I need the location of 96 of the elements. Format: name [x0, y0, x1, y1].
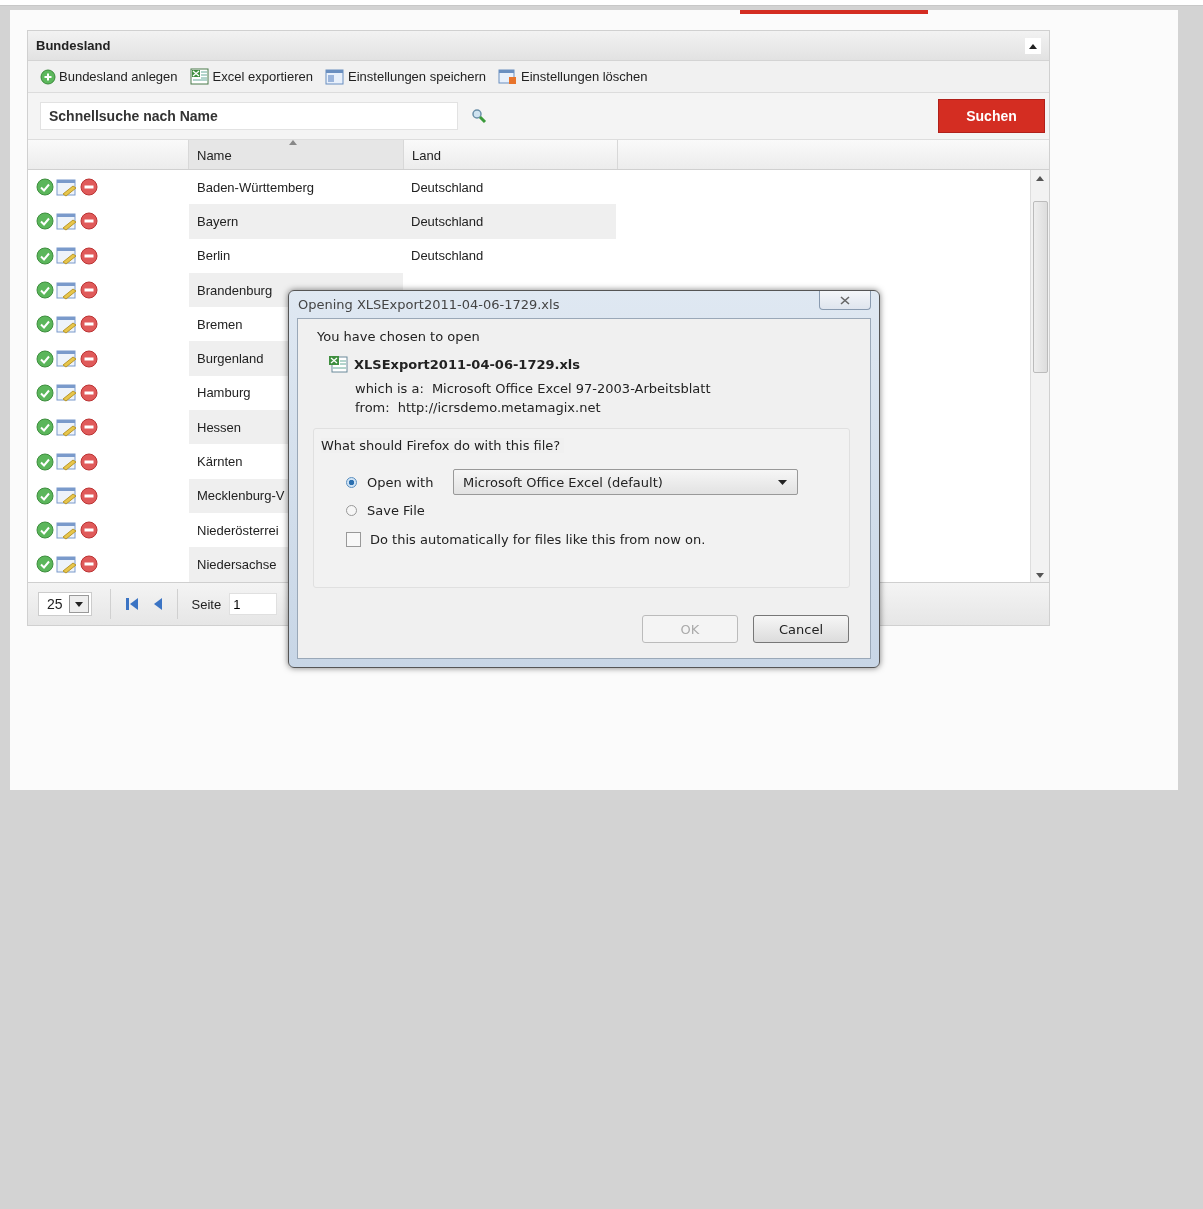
table-cell: Burgenland — [197, 351, 264, 367]
table-cell: Deutschland — [411, 248, 484, 264]
window-delete-icon — [498, 68, 519, 85]
table-cell: Niederösterrei — [197, 522, 279, 538]
source-url: http://icrsdemo.metamagix.net — [397, 400, 601, 415]
dialog-title: Opening XLSExport2011-04-06-1729.xls — [298, 297, 560, 312]
check-icon[interactable] — [36, 349, 54, 368]
radio-label[interactable]: Save File — [367, 502, 443, 518]
minus-icon[interactable] — [80, 246, 98, 265]
window-pencil-icon[interactable] — [56, 486, 78, 506]
scrollbar[interactable] — [1030, 170, 1049, 582]
check-icon[interactable] — [36, 521, 54, 540]
minus-icon[interactable] — [80, 212, 98, 231]
window-pencil-icon[interactable] — [56, 520, 78, 540]
window-pencil-icon[interactable] — [56, 349, 78, 369]
window-pencil-icon[interactable] — [56, 280, 78, 300]
checkbox[interactable] — [346, 532, 361, 547]
radio-label[interactable]: Open with — [367, 474, 443, 490]
radio-button[interactable] — [346, 476, 357, 488]
window-icon — [325, 68, 345, 85]
checkbox-label[interactable]: Do this automatically for files like this from now on. — [370, 532, 706, 547]
toolbar-button[interactable]: Bundesland anlegen — [40, 68, 178, 85]
intro-text: You have chosen to open — [317, 329, 481, 344]
window-pencil-icon[interactable] — [56, 554, 78, 574]
page-size-select[interactable]: 25 — [38, 592, 92, 616]
table-cell: Bremen — [197, 316, 243, 332]
check-icon[interactable] — [36, 246, 54, 265]
minus-icon[interactable] — [80, 315, 98, 334]
plus-icon — [40, 68, 56, 85]
close-button[interactable] — [819, 291, 871, 310]
toolbar-button[interactable]: Einstellungen löschen — [498, 68, 648, 85]
check-icon[interactable] — [36, 281, 54, 300]
previous-page-button[interactable] — [152, 597, 163, 611]
spreadsheet-icon — [328, 355, 348, 373]
window-pencil-icon[interactable] — [56, 177, 78, 197]
column-header[interactable]: Land — [404, 140, 618, 169]
caret-down-icon — [74, 601, 83, 607]
scroll-up-icon[interactable] — [1036, 176, 1044, 181]
search-icon[interactable] — [470, 108, 488, 124]
caret-up-icon — [1028, 42, 1038, 49]
scroll-down-icon[interactable] — [1036, 573, 1044, 578]
column-header[interactable]: Name — [189, 140, 404, 169]
table-cell: Deutschland — [411, 179, 484, 195]
check-icon[interactable] — [36, 486, 54, 505]
window-pencil-icon[interactable] — [56, 246, 78, 266]
minus-icon[interactable] — [80, 452, 98, 471]
dialog-button[interactable]: Cancel — [753, 615, 849, 643]
minus-icon[interactable] — [80, 521, 98, 540]
window-pencil-icon[interactable] — [56, 211, 78, 231]
page-field[interactable]: 1 — [229, 593, 278, 615]
check-icon[interactable] — [36, 178, 54, 197]
search-field[interactable]: Schnellsuche nach Name — [40, 102, 458, 130]
table-cell: Baden-Württemberg — [197, 179, 315, 195]
minus-icon[interactable] — [80, 418, 98, 437]
table-cell: Bayern — [197, 213, 239, 229]
check-icon[interactable] — [36, 418, 54, 437]
table-cell: Brandenburg — [197, 282, 273, 298]
minus-icon[interactable] — [80, 349, 98, 368]
caret-down-icon — [778, 479, 787, 485]
table-cell: Berlin — [197, 248, 231, 264]
table-cell: Deutschland — [411, 213, 484, 229]
check-icon[interactable] — [36, 452, 54, 471]
minus-icon[interactable] — [80, 178, 98, 197]
table-cell: Niedersachse — [197, 556, 277, 572]
collapse-button[interactable] — [1025, 37, 1041, 54]
toolbar-button[interactable]: Excel exportieren — [189, 68, 313, 85]
type-label: which is a: — [355, 381, 424, 396]
application-select[interactable]: Microsoft Office Excel (default) — [453, 469, 798, 495]
window-pencil-icon[interactable] — [56, 314, 78, 334]
window-pencil-icon[interactable] — [56, 383, 78, 403]
close-icon — [839, 295, 851, 305]
radio-button[interactable] — [346, 504, 357, 516]
check-icon[interactable] — [36, 212, 54, 231]
spreadsheet-icon — [189, 68, 210, 85]
search-button[interactable]: Suchen — [938, 99, 1045, 133]
window-pencil-icon[interactable] — [56, 452, 78, 471]
toolbar-button[interactable]: Einstellungen speichern — [325, 68, 487, 85]
file-name: XLSExport2011-04-06-1729.xls — [354, 356, 581, 372]
page-label: Seite — [191, 596, 222, 612]
table-cell: Hessen — [197, 419, 242, 435]
check-icon[interactable] — [36, 383, 54, 402]
table-cell: Hamburg — [197, 385, 251, 401]
minus-icon[interactable] — [80, 555, 98, 574]
minus-icon[interactable] — [80, 383, 98, 402]
panel-title: Bundesland — [36, 38, 111, 53]
first-page-button[interactable] — [124, 597, 139, 611]
sort-arrow-icon — [289, 140, 297, 145]
minus-icon[interactable] — [80, 486, 98, 505]
file-type: Microsoft Office Excel 97-2003-Arbeitsblatt — [431, 381, 711, 396]
table-cell: Mecklenburg-V — [197, 488, 285, 504]
table-cell: Kärnten — [197, 454, 243, 469]
check-icon[interactable] — [36, 555, 54, 574]
from-label: from: — [355, 400, 390, 415]
check-icon[interactable] — [36, 315, 54, 334]
minus-icon[interactable] — [80, 281, 98, 300]
window-pencil-icon[interactable] — [56, 417, 78, 437]
